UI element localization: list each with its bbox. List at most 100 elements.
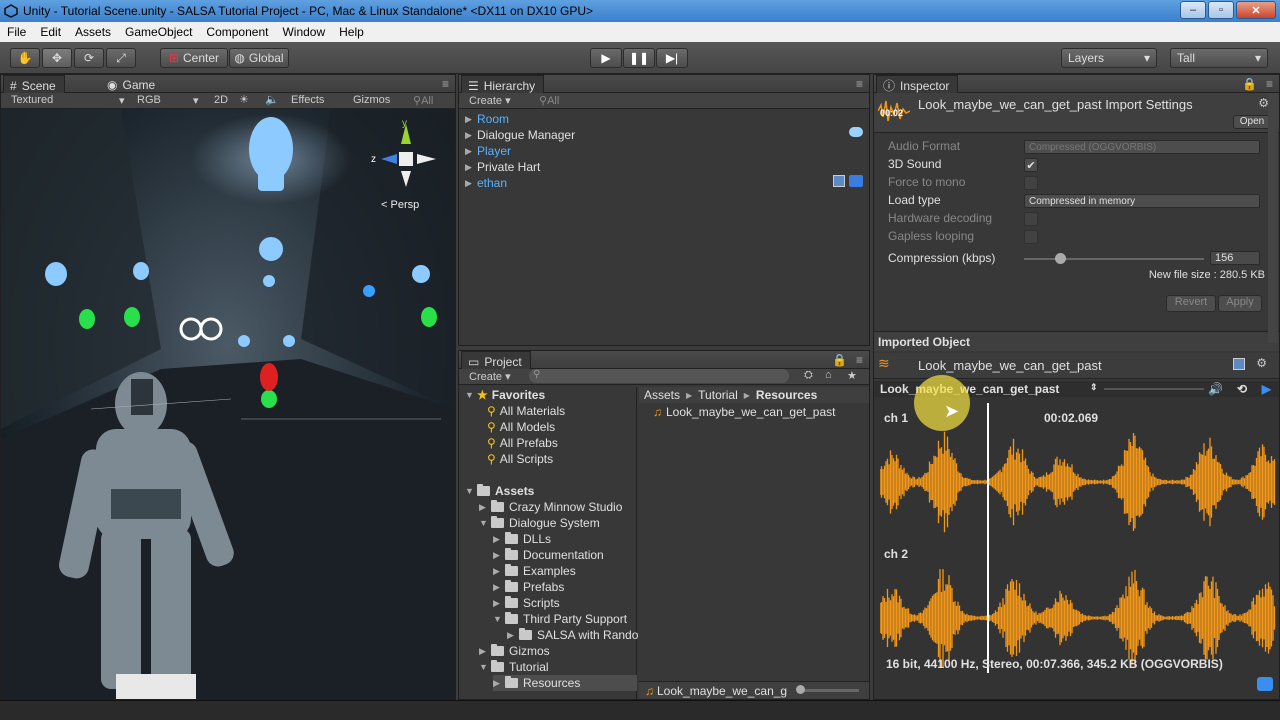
menu-assets[interactable]: Assets xyxy=(68,25,118,39)
menu-component[interactable]: Component xyxy=(199,25,275,39)
project-search-input[interactable]: ⚲ xyxy=(529,369,789,383)
menu-gameobject[interactable]: GameObject xyxy=(118,25,199,39)
hierarchy-create-button[interactable]: Create ▾ xyxy=(469,94,511,107)
apply-button[interactable]: Apply xyxy=(1218,295,1262,312)
filter-type-icon[interactable]: ⛭ xyxy=(804,369,813,382)
search-icon: ⚲ xyxy=(487,436,496,450)
move-tool-button[interactable]: ✥ xyxy=(42,48,72,68)
rotate-tool-button[interactable]: ⟳ xyxy=(74,48,104,68)
panel-menu-icon[interactable]: ≡ xyxy=(1266,77,1273,91)
favorites-header[interactable]: ▼ ★ Favorites xyxy=(465,387,545,403)
speaker-icon[interactable]: 🔊 xyxy=(1208,382,1223,396)
folder-item[interactable]: ▶ Examples xyxy=(493,563,576,579)
hierarchy-item[interactable]: ▶ Player xyxy=(465,143,511,159)
favorite-item[interactable]: ⚲ All Materials xyxy=(487,403,565,419)
breadcrumb-assets[interactable]: Assets xyxy=(644,388,680,402)
hierarchy-item[interactable]: ▶ Room xyxy=(465,111,509,127)
folder-item[interactable]: ▼ Third Party Support xyxy=(493,611,627,627)
preview-drag-handle[interactable] xyxy=(1104,388,1204,390)
folder-item[interactable]: ▶ SALSA with Rando xyxy=(507,627,638,643)
effects-dropdown[interactable]: Effects xyxy=(291,94,324,106)
filter-label-icon[interactable]: ⌂ xyxy=(825,369,832,381)
tab-hierarchy[interactable]: ☰ Hierarchy xyxy=(461,75,545,93)
hand-tool-button[interactable]: ✋ xyxy=(10,48,40,68)
favorite-item[interactable]: ⚲ All Scripts xyxy=(487,451,553,467)
folder-item[interactable]: ▶ Resources xyxy=(493,675,637,691)
favorite-item[interactable]: ⚲ All Models xyxy=(487,419,555,435)
play-preview-icon[interactable]: ▶ xyxy=(1262,382,1271,396)
layout-dropdown[interactable]: Tall ▾ xyxy=(1170,48,1268,68)
breadcrumb-tutorial[interactable]: Tutorial xyxy=(698,388,738,402)
minimize-button[interactable]: – xyxy=(1180,1,1206,19)
folder-item[interactable]: ▼ Dialogue System xyxy=(479,515,600,531)
hierarchy-item-label: Private Hart xyxy=(477,160,541,174)
tab-project[interactable]: ▭ Project xyxy=(461,351,531,369)
lighting-icon[interactable]: ☀ xyxy=(239,93,249,106)
favorite-item[interactable]: ⚲ All Prefabs xyxy=(487,435,558,451)
folder-item[interactable]: ▶ Documentation xyxy=(493,547,604,563)
panel-menu-icon[interactable]: ≡ xyxy=(856,77,863,91)
tab-inspector[interactable]: ⓘ Inspector xyxy=(876,75,959,93)
pivot-center-button[interactable]: ⊞ Center xyxy=(160,48,228,68)
compression-slider-thumb[interactable] xyxy=(1055,253,1066,264)
compression-slider[interactable] xyxy=(1024,258,1204,260)
lock-icon[interactable]: 🔒 xyxy=(832,353,847,367)
play-button[interactable]: ▶ xyxy=(590,48,622,68)
menu-edit[interactable]: Edit xyxy=(33,25,68,39)
script-icon[interactable] xyxy=(1233,358,1245,370)
pivot-global-button[interactable]: ◍ Global xyxy=(229,48,289,68)
persp-label[interactable]: < Persp xyxy=(381,199,419,211)
menu-help[interactable]: Help xyxy=(332,25,371,39)
preview-title[interactable]: Look_maybe_we_can_get_past xyxy=(880,382,1059,396)
field-dropdown[interactable]: Compressed in memory xyxy=(1024,194,1260,208)
panel-menu-icon[interactable]: ≡ xyxy=(856,353,863,367)
folder-item[interactable]: ▶ Scripts xyxy=(493,595,560,611)
waveform-preview[interactable]: ch 1 00:02.069 ch 2 ➤ 16 bit, 44100 Hz, … xyxy=(874,375,1279,699)
tag-icon[interactable] xyxy=(1257,677,1273,691)
hierarchy-search-input[interactable]: ⚲All xyxy=(539,94,559,107)
settings-gear-icon[interactable]: ⚙ xyxy=(1256,356,1267,370)
playhead-line[interactable] xyxy=(986,403,989,673)
breadcrumb-resources[interactable]: Resources xyxy=(756,388,817,402)
pause-button[interactable]: ❚❚ xyxy=(623,48,655,68)
close-button[interactable]: ✕ xyxy=(1236,1,1276,19)
2d-toggle[interactable]: 2D xyxy=(214,94,228,106)
layers-dropdown[interactable]: Layers ▾ xyxy=(1061,48,1157,68)
assets-header[interactable]: ▼ Assets xyxy=(465,483,534,499)
loop-icon[interactable]: ⟲ xyxy=(1237,382,1247,396)
folder-item[interactable]: ▶ Gizmos xyxy=(479,643,550,659)
step-button[interactable]: ▶| xyxy=(656,48,688,68)
shading-mode-dropdown[interactable]: Textured xyxy=(11,94,53,106)
scale-tool-button[interactable]: ⤢ xyxy=(106,48,136,68)
asset-item[interactable]: ♫ Look_maybe_we_can_get_past xyxy=(653,405,835,419)
folder-item[interactable]: ▶ DLLs xyxy=(493,531,551,547)
tab-game[interactable]: ◉ Game xyxy=(101,75,163,93)
icon-size-slider-thumb[interactable] xyxy=(796,685,805,694)
render-mode-dropdown[interactable]: RGB xyxy=(137,94,161,106)
hierarchy-item[interactable]: ▶ ethan xyxy=(465,175,507,191)
folder-item[interactable]: ▼ Tutorial xyxy=(479,659,549,675)
panel-menu-icon[interactable]: ≡ xyxy=(442,77,449,91)
open-button[interactable]: Open xyxy=(1233,115,1271,129)
gizmos-dropdown[interactable]: Gizmos xyxy=(353,94,390,106)
maximize-button[interactable]: ▫ xyxy=(1208,1,1234,19)
project-create-button[interactable]: Create ▾ xyxy=(469,370,511,383)
folder-item[interactable]: ▶ Crazy Minnow Studio xyxy=(479,499,622,515)
folder-item[interactable]: ▶ Prefabs xyxy=(493,579,564,595)
icon-size-slider[interactable] xyxy=(799,689,859,692)
favorite-star-icon[interactable]: ★ xyxy=(847,369,857,382)
menu-file[interactable]: File xyxy=(0,25,33,39)
tab-scene[interactable]: # Scene xyxy=(3,75,65,93)
expand-arrow-icon: ▶ xyxy=(493,677,500,688)
revert-button[interactable]: Revert xyxy=(1166,295,1216,312)
hierarchy-item[interactable]: ▶ Private Hart xyxy=(465,159,540,175)
scene-viewport[interactable]: y z < Persp xyxy=(1,109,455,699)
inspector-scrollbar[interactable] xyxy=(1268,93,1278,343)
scene-search-input[interactable]: ⚲All xyxy=(413,94,433,107)
audio-icon[interactable]: 🔈 xyxy=(265,93,279,106)
hierarchy-item[interactable]: ▶ Dialogue Manager xyxy=(465,127,575,143)
menu-window[interactable]: Window xyxy=(275,25,332,39)
field-checkbox[interactable]: ✔ xyxy=(1024,158,1038,172)
lock-icon[interactable]: 🔒 xyxy=(1242,77,1257,91)
compression-value-field[interactable]: 156 xyxy=(1210,251,1260,265)
